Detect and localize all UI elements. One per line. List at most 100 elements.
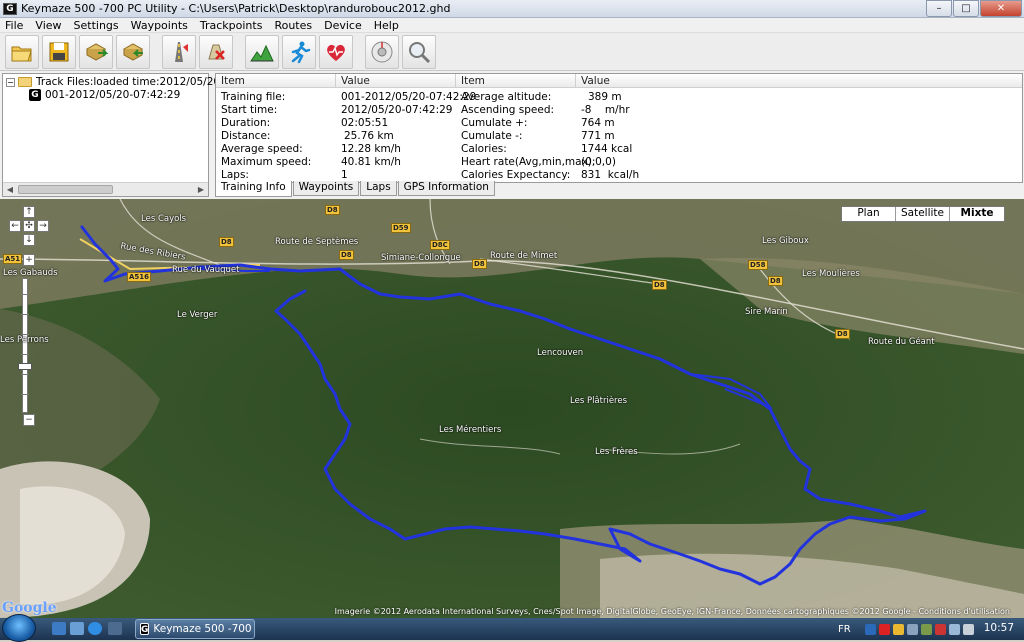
tab-waypoints[interactable]: Waypoints [292,181,360,196]
runner-button[interactable] [282,34,316,69]
menu-device[interactable]: Device [318,19,368,32]
altitude-chart-button[interactable] [245,34,279,69]
system-clock[interactable]: 10:57 [984,622,1014,634]
quick-launch-icon[interactable] [108,622,122,635]
upload-to-device-button[interactable] [79,34,113,69]
table-cell-value: 001-2012/05/20-07:42:29 [341,91,477,103]
taskbar-app-button[interactable]: G Keymaze 500 -700 P... [135,619,255,639]
pan-center-button[interactable]: ✣ [23,220,35,232]
menu-settings[interactable]: Settings [68,19,125,32]
tray-app-icon[interactable] [906,623,918,635]
zoom-slider-thumb[interactable] [18,363,32,370]
zoom-in-button[interactable]: + [23,254,35,266]
open-file-button[interactable] [5,34,39,69]
tab-training-info[interactable]: Training Info [215,181,292,197]
road-badge: D8 [652,280,667,290]
tree-track-label: 001-2012/05/20-07:42:29 [45,89,181,101]
map-label: Les Perrons [0,335,49,345]
map-type-mixte-button[interactable]: Mixte [950,207,1004,221]
tree-track-node[interactable]: G 001-2012/05/20-07:42:29 [29,89,180,101]
antivirus-icon[interactable] [878,623,890,635]
road-badge: A51 [3,254,23,264]
start-button[interactable] [2,614,36,642]
zoom-tick [21,354,29,355]
menu-waypoints[interactable]: Waypoints [125,19,194,32]
table-cell-item: Distance: [221,130,271,142]
track-file-icon: G [29,89,41,101]
track-file-tree[interactable]: − Track Files:loaded time:2012/05/20/10-… [2,73,254,197]
zoom-tick [21,394,29,395]
pan-right-button[interactable]: → [37,220,49,232]
pan-down-button[interactable]: ↓ [23,234,35,246]
map-label: Le Verger [177,310,218,320]
close-button[interactable]: ✕ [980,0,1022,17]
scroll-thumb[interactable] [18,185,113,194]
map-copyright[interactable]: Imagerie ©2012 Aerodata International Su… [335,607,1010,616]
tray-app-icon[interactable] [864,623,876,635]
column-header-value[interactable]: Value [336,74,456,88]
satellite-map[interactable]: ↑ ← ✣ → ↓ + − Plan Satellite Mixte Les C… [0,199,1024,618]
tray-alert-icon[interactable] [934,623,946,635]
map-label: Les Cayols [141,214,187,224]
menu-trackpoints[interactable]: Trackpoints [194,19,269,32]
disc-settings-button[interactable] [365,34,399,69]
show-desktop-icon[interactable] [52,622,66,635]
road-badge: D58 [748,260,768,270]
road-button[interactable] [162,34,196,69]
map-label: Route de Septèmes [275,237,359,247]
zoom-magnifier-button[interactable] [402,34,436,69]
volume-icon[interactable] [962,623,974,635]
road-badge: D8C [430,240,450,250]
toolbar [0,33,1024,71]
title-bar[interactable]: G Keymaze 500 -700 PC Utility - C:\Users… [0,0,1024,18]
app-icon: G [3,2,17,15]
runner-icon [291,41,311,63]
road-badge: D59 [391,223,411,233]
table-cell-item: Cumulate -: [461,130,523,142]
menu-routes[interactable]: Routes [268,19,318,32]
delete-track-button[interactable] [199,34,233,69]
internet-explorer-icon[interactable] [88,622,102,635]
column-header-item-2[interactable]: Item [456,74,576,88]
table-cell-item: Start time: [221,104,278,116]
table-cell-value: 1744 kcal [581,143,633,155]
menu-view[interactable]: View [29,19,67,32]
zoom-out-button[interactable]: − [23,414,35,426]
scroll-right-icon[interactable]: ▶ [194,183,208,196]
google-logo[interactable]: Google [2,600,57,616]
switch-windows-icon[interactable] [70,622,84,635]
road-badge: D8 [472,259,487,269]
tab-gps-information[interactable]: GPS Information [397,181,495,196]
column-header-value-2[interactable]: Value [576,74,1022,88]
security-shield-icon[interactable] [892,623,904,635]
tray-app-icon[interactable] [920,623,932,635]
map-label: Rue du Vauquet [172,265,240,275]
pan-up-button[interactable]: ↑ [23,206,35,218]
map-type-plan-button[interactable]: Plan [842,207,896,221]
zoom-slider-track[interactable] [22,278,28,413]
tab-laps[interactable]: Laps [360,181,397,196]
system-tray: FR [838,618,977,640]
save-button[interactable] [42,34,76,69]
pan-left-button[interactable]: ← [9,220,21,232]
menu-help[interactable]: Help [368,19,405,32]
map-type-satellite-button[interactable]: Satellite [896,207,950,221]
scroll-left-icon[interactable]: ◀ [3,183,17,196]
tree-horizontal-scrollbar[interactable]: ◀ ▶ [3,182,208,196]
download-from-device-button[interactable] [116,34,150,69]
column-header-item[interactable]: Item [216,74,336,88]
menu-file[interactable]: File [0,19,29,32]
network-icon[interactable] [948,623,960,635]
info-tabs: Training Info Waypoints Laps GPS Informa… [215,181,496,197]
table-cell-item: Cumulate +: [461,117,528,129]
open-file-icon [11,46,32,61]
heart-rate-button[interactable] [319,34,353,69]
maximize-button[interactable]: □ [953,0,979,17]
road-badge: D8 [835,329,850,339]
table-cell-item: Ascending speed: [461,104,555,116]
language-indicator[interactable]: FR [838,624,851,635]
collapse-icon[interactable]: − [6,77,15,87]
map-label: Les Gabauds [3,268,58,278]
map-label: Les Mérentiers [439,425,502,435]
minimize-button[interactable]: – [926,0,952,17]
